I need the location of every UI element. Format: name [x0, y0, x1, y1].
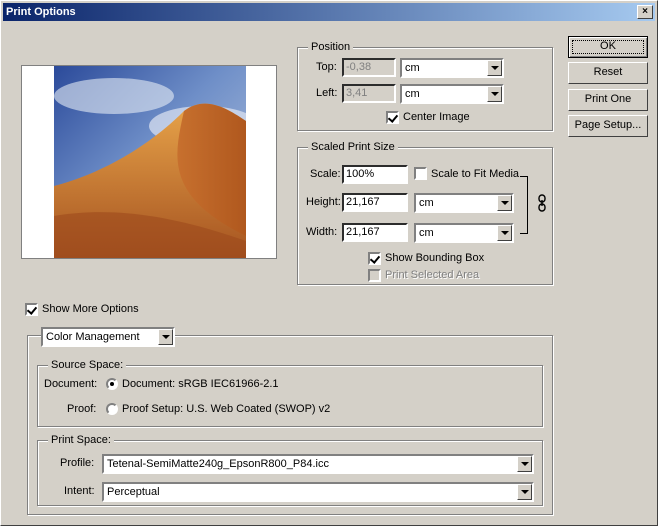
close-button[interactable]: ×	[637, 5, 653, 19]
proof-option[interactable]: Proof Setup: U.S. Web Coated (SWOP) v2	[122, 401, 330, 417]
top-field: -0,38	[342, 58, 396, 77]
center-image-label[interactable]: Center Image	[403, 109, 470, 125]
left-unit-select[interactable]: cm	[400, 84, 504, 104]
chevron-down-icon[interactable]	[517, 484, 532, 500]
top-label: Top:	[316, 61, 337, 73]
chevron-down-icon[interactable]	[487, 86, 502, 102]
width-label: Width:	[306, 226, 338, 238]
height-unit-select[interactable]: cm	[414, 193, 514, 213]
scale-label: Scale:	[310, 168, 341, 180]
chevron-down-icon[interactable]	[497, 225, 512, 241]
reset-button[interactable]: Reset	[568, 62, 648, 84]
chain-link-icon	[538, 194, 546, 212]
document-option[interactable]: Document: sRGB IEC61966-2.1	[122, 376, 279, 392]
document-radio[interactable]	[106, 378, 118, 390]
options-category-value: Color Management	[46, 331, 140, 343]
center-image-checkbox[interactable]	[386, 111, 399, 124]
chevron-down-icon[interactable]	[517, 456, 532, 472]
top-unit-value: cm	[405, 62, 420, 74]
scaled-print-size-title: Scaled Print Size	[308, 141, 398, 153]
chevron-down-icon[interactable]	[158, 329, 173, 345]
width-unit-value: cm	[419, 227, 434, 239]
link-bracket	[527, 176, 528, 233]
print-space-title: Print Space:	[48, 434, 114, 446]
print-space-group: Print Space: Profile: Tetenal-SemiMatte2…	[37, 434, 543, 506]
profile-label: Profile:	[60, 457, 95, 469]
width-field[interactable]: 21,167	[342, 223, 408, 242]
left-label: Left:	[316, 87, 338, 99]
show-bounding-box-checkbox[interactable]	[368, 252, 381, 265]
source-space-title: Source Space:	[48, 359, 127, 371]
preview-image	[54, 66, 246, 258]
top-unit-select[interactable]: cm	[400, 58, 504, 78]
window-title: Print Options	[6, 6, 76, 18]
profile-select[interactable]: Tetenal-SemiMatte240g_EpsonR800_P84.icc	[102, 454, 534, 474]
show-more-options-label[interactable]: Show More Options	[42, 301, 139, 317]
proof-radio[interactable]	[106, 403, 118, 415]
profile-value: Tetenal-SemiMatte240g_EpsonR800_P84.icc	[107, 458, 329, 470]
intent-label: Intent:	[64, 485, 95, 497]
options-category-select[interactable]: Color Management	[41, 327, 175, 347]
show-bounding-box-label[interactable]: Show Bounding Box	[385, 250, 484, 266]
scale-to-fit-label[interactable]: Scale to Fit Media	[431, 166, 519, 182]
height-unit-value: cm	[419, 197, 434, 209]
left-field: 3,41	[342, 84, 396, 103]
page-setup-button[interactable]: Page Setup...	[568, 115, 648, 137]
intent-value: Perceptual	[107, 486, 160, 498]
print-options-dialog: Print Options × Position Top: -0,38 cm L…	[0, 0, 658, 526]
scaled-print-size-group: Scaled Print Size Scale: 100% Scale to F…	[297, 141, 553, 285]
height-label: Height:	[306, 196, 341, 208]
left-unit-value: cm	[405, 88, 420, 100]
width-unit-select[interactable]: cm	[414, 223, 514, 243]
position-title: Position	[308, 41, 354, 53]
print-one-button[interactable]: Print One	[568, 89, 648, 111]
document-label: Document:	[44, 378, 98, 390]
source-space-group: Source Space: Document: Document: sRGB I…	[37, 359, 543, 427]
proof-label: Proof:	[67, 403, 97, 415]
scale-to-fit-checkbox[interactable]	[414, 167, 427, 180]
ok-button[interactable]: OK	[568, 36, 648, 58]
focus-ring	[572, 40, 644, 54]
print-selected-area-checkbox	[368, 269, 381, 282]
height-field[interactable]: 21,167	[342, 193, 408, 212]
intent-select[interactable]: Perceptual	[102, 482, 534, 502]
print-preview[interactable]	[21, 65, 277, 259]
print-selected-area-label: Print Selected Area	[385, 269, 480, 281]
title-bar[interactable]: Print Options ×	[3, 3, 655, 21]
link-bracket-bottom	[520, 233, 528, 234]
chevron-down-icon[interactable]	[487, 60, 502, 76]
scale-field[interactable]: 100%	[342, 165, 408, 184]
show-more-options-checkbox[interactable]	[25, 303, 38, 316]
position-group: Position Top: -0,38 cm Left: 3,41 cm Cen…	[297, 41, 553, 131]
chevron-down-icon[interactable]	[497, 195, 512, 211]
